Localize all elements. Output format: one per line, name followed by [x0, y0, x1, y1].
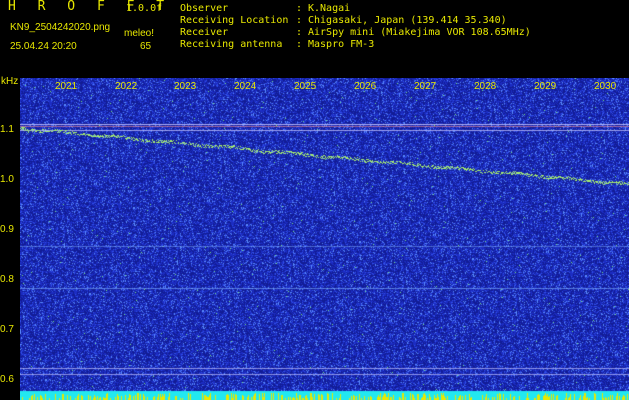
x-tick-label: 2022 [115, 81, 138, 92]
y-tick-label: 1.0 [0, 174, 14, 185]
y-tick-label: 0.7 [0, 324, 14, 335]
info-separator: : [296, 39, 303, 50]
observer-label: Observer [180, 3, 229, 14]
x-tick-label: 2024 [234, 81, 257, 92]
receiver-value: AirSpy mini (Miakejima VOR 108.65MHz) [308, 27, 531, 38]
antenna-label: Receiving antenna [180, 39, 283, 50]
y-tick-label: 0.6 [0, 374, 14, 385]
x-tick-label: 2027 [414, 81, 437, 92]
x-tick-label: 2030 [594, 81, 617, 92]
info-separator: : [296, 15, 303, 26]
x-tick-label: 2028 [474, 81, 497, 92]
info-separator: : [296, 27, 303, 38]
location-label: Receiving Location [180, 15, 289, 26]
location-value: Chigasaki, Japan (139.414 35.340) [308, 15, 507, 26]
x-tick-label: 2026 [354, 81, 377, 92]
antenna-value: Maspro FM-3 [308, 39, 375, 50]
observer-value: K.Nagai [308, 3, 351, 14]
info-separator: : [296, 3, 303, 14]
y-tick-label: 1.1 [0, 124, 14, 135]
y-tick-label: 0.8 [0, 274, 14, 285]
timestamp: 25.04.24 20:20 [10, 41, 77, 52]
y-tick-label: 0.9 [0, 224, 14, 235]
x-tick-label: 2023 [174, 81, 197, 92]
x-tick-label: 2029 [534, 81, 557, 92]
frequency-unit: kHz [1, 76, 19, 87]
meleo-label: meleo! [124, 28, 155, 39]
filename: KN9_2504242020.png [10, 22, 111, 33]
spectrogram-plot [20, 78, 629, 400]
fft-resolution: 1.0.0f [126, 3, 163, 14]
header-panel: H R O F F T 1.0.0f KN9_2504242020.png me… [0, 0, 629, 78]
meleo-value: 65 [140, 41, 152, 52]
receiver-label: Receiver [180, 27, 229, 38]
x-tick-label: 2025 [294, 81, 317, 92]
x-tick-label: 2021 [55, 81, 78, 92]
